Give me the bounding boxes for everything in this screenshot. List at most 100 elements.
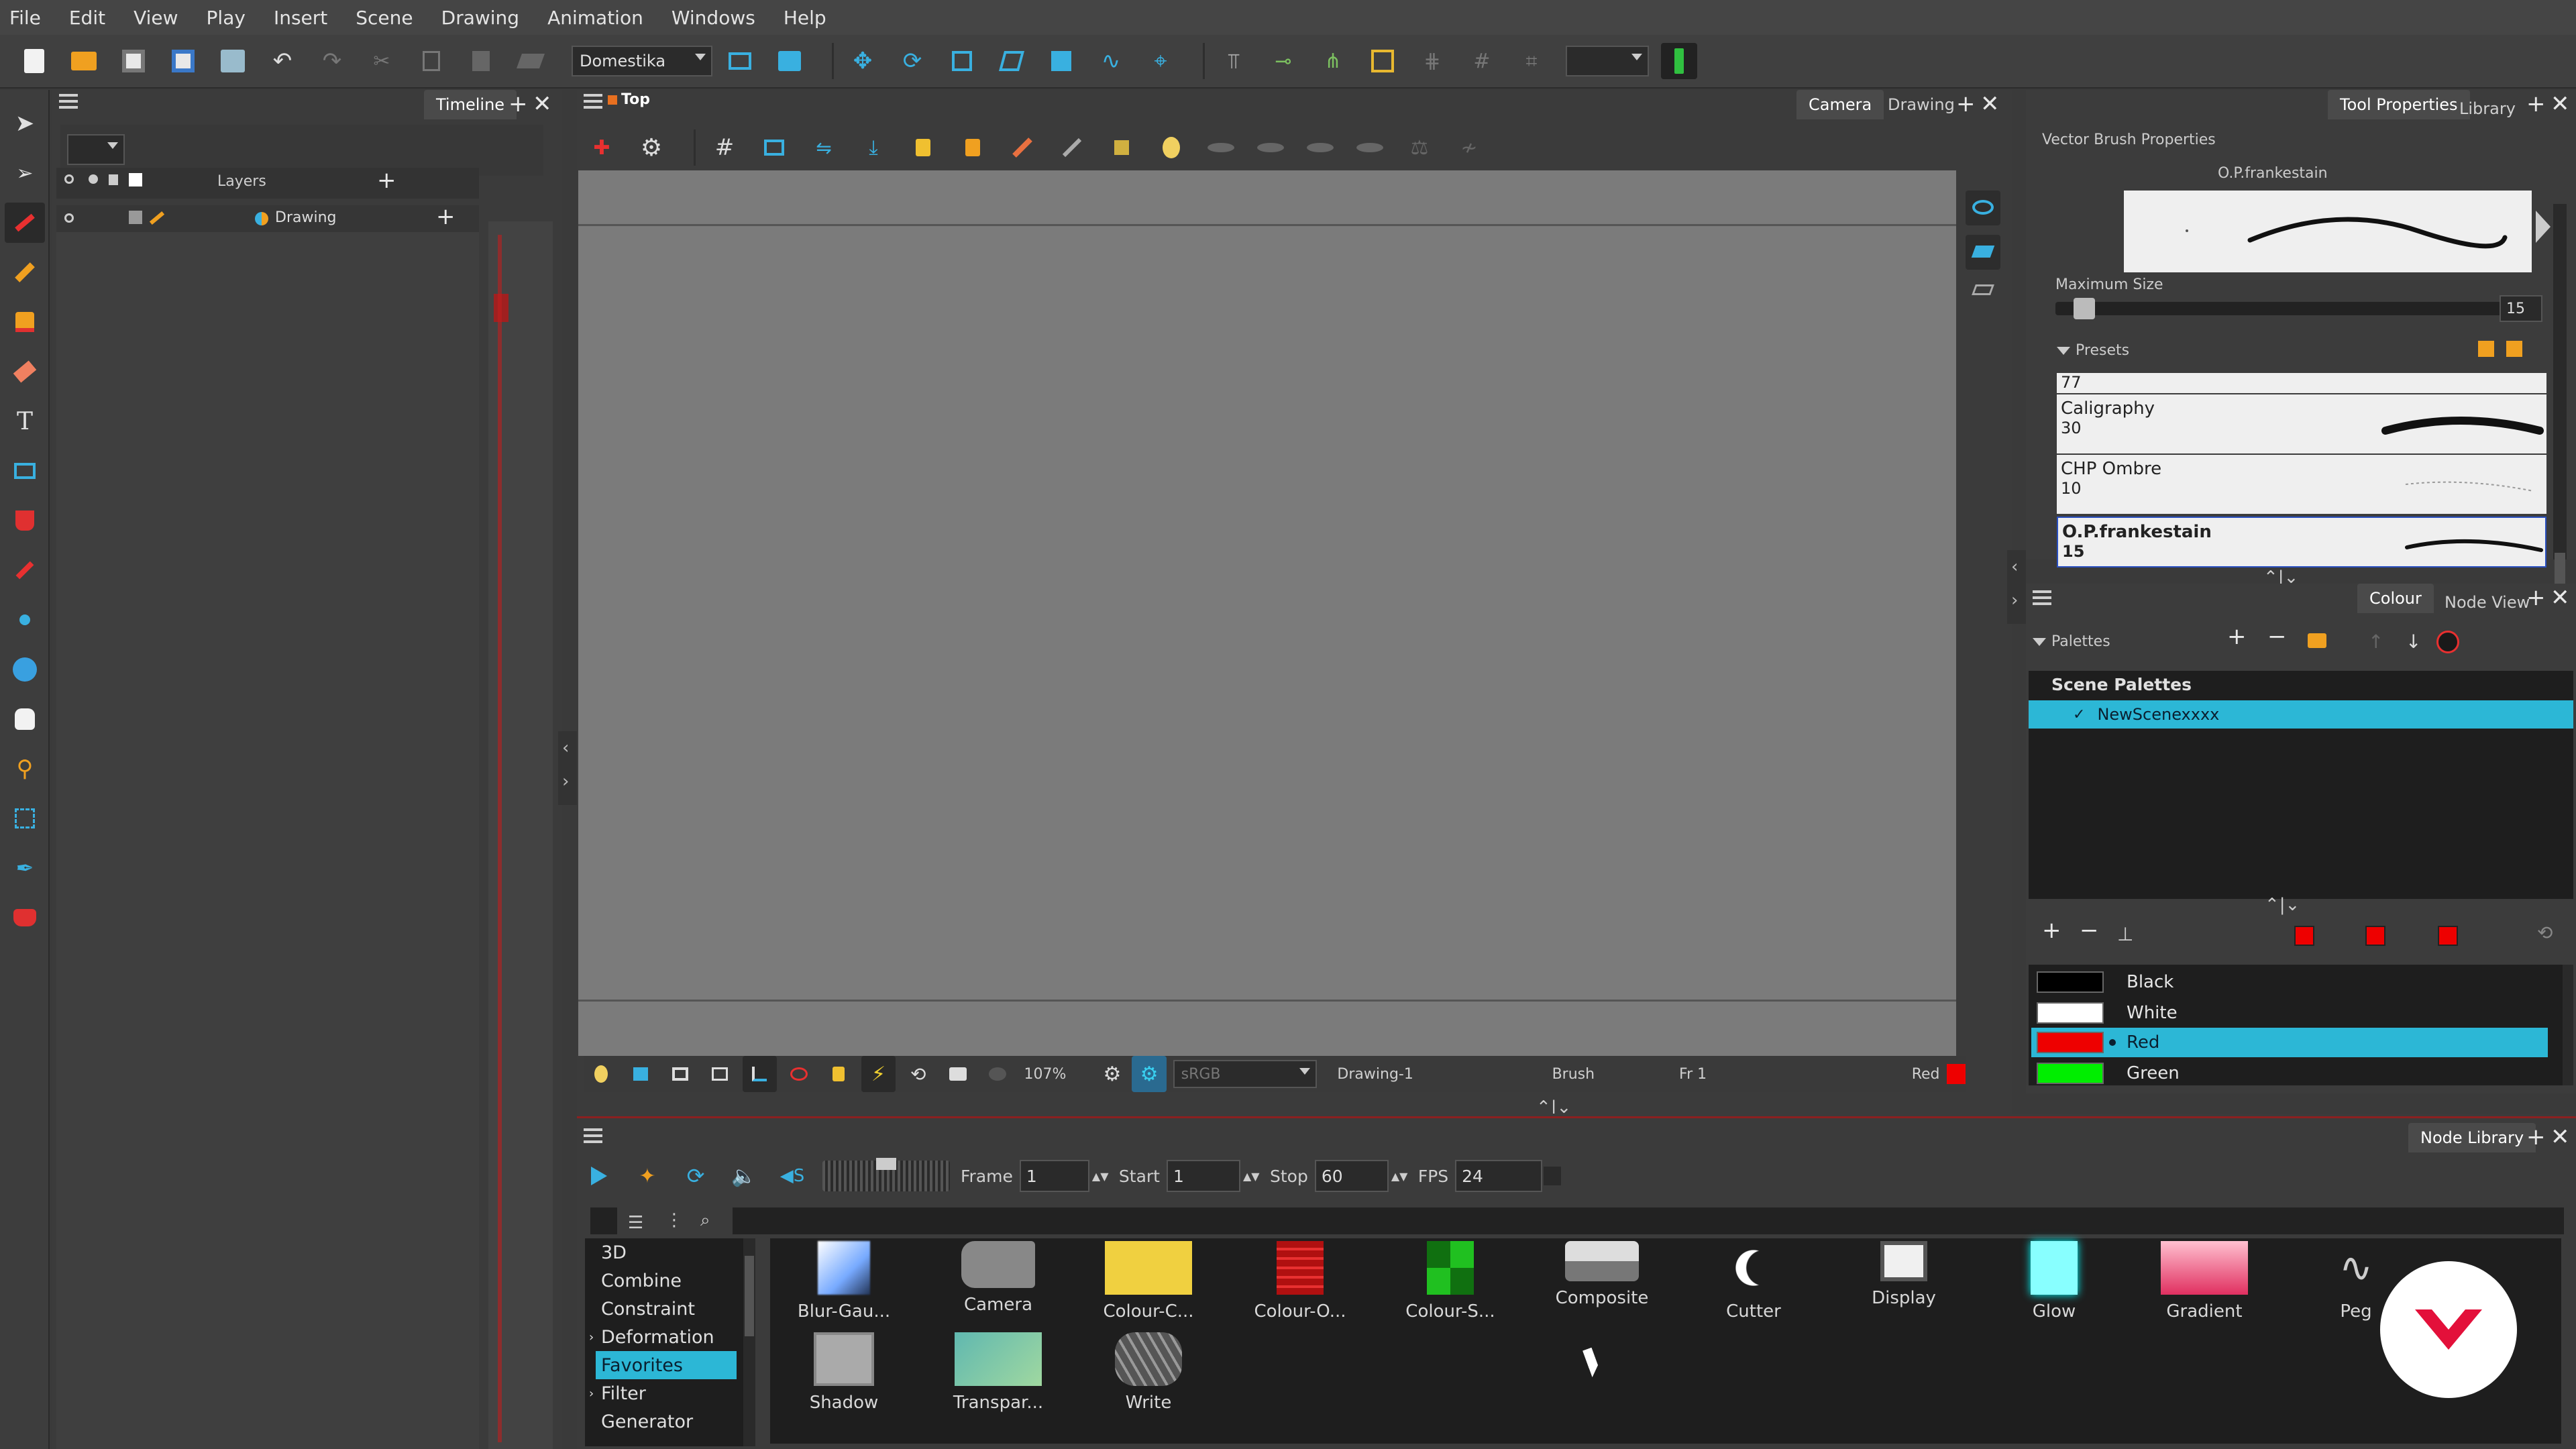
text-tool[interactable]: T <box>5 401 45 441</box>
preview-button[interactable] <box>980 1056 1014 1092</box>
tab-camera[interactable]: Camera <box>1796 90 1884 119</box>
open-scene-button[interactable] <box>66 43 102 79</box>
eye-view-button[interactable] <box>1966 191 2000 225</box>
menu-animation[interactable]: Animation <box>547 7 643 29</box>
scrollbar-thumb[interactable] <box>745 1256 754 1336</box>
brush-tool[interactable] <box>5 203 45 243</box>
crop-button[interactable] <box>742 1056 777 1092</box>
save-as-button[interactable] <box>165 43 201 79</box>
add-palette-icon[interactable]: + <box>2227 625 2247 648</box>
peg-keyframe-button[interactable]: ⋔ <box>1315 43 1351 79</box>
fps-dropdown[interactable] <box>1544 1167 1562 1185</box>
timeline-menu-icon[interactable] <box>59 94 78 109</box>
slider-thumb[interactable] <box>2074 298 2096 319</box>
rectangle-tool[interactable] <box>5 451 45 491</box>
menu-scene[interactable]: Scene <box>356 7 413 29</box>
deform-button[interactable]: ⋕ <box>1414 43 1450 79</box>
lock-button[interactable] <box>905 129 941 166</box>
rotate-view-tool[interactable] <box>5 649 45 690</box>
layer-type-select[interactable] <box>67 134 125 165</box>
solo-icon[interactable] <box>89 174 98 184</box>
maintain-size-button[interactable] <box>1043 43 1079 79</box>
palette-item-selected[interactable]: ✓ NewScenexxxx <box>2029 700 2573 729</box>
settings-button[interactable]: ⚙ <box>633 129 669 166</box>
swatch-row[interactable]: Black <box>2031 967 2548 997</box>
max-size-field[interactable]: 15 <box>2500 295 2542 322</box>
delete-preset-icon[interactable] <box>2506 341 2522 357</box>
node-composite[interactable]: Composite <box>1535 1241 1669 1308</box>
menu-help[interactable]: Help <box>784 7 826 29</box>
remove-colour-icon[interactable]: − <box>2080 919 2099 942</box>
snapshot-button[interactable] <box>941 1056 975 1092</box>
new-preset-icon[interactable] <box>2478 341 2494 357</box>
close-icon[interactable]: ✕ <box>1980 93 2000 115</box>
disc-3-button[interactable] <box>1302 129 1338 166</box>
safe-area-toggle[interactable] <box>702 1056 737 1092</box>
slider-thumb[interactable] <box>876 1158 896 1170</box>
node-blur-gaussian[interactable]: Blur-Gau... <box>777 1241 911 1322</box>
disc-1-button[interactable] <box>1203 129 1239 166</box>
scale-button[interactable] <box>944 43 980 79</box>
preset-item-selected[interactable]: O.P.frankestain 15 <box>2057 517 2546 568</box>
rigging-tool[interactable]: ⚲ <box>5 749 45 789</box>
flip-button[interactable]: ⇋ <box>806 129 842 166</box>
tree-view-icon[interactable] <box>590 1208 617 1234</box>
swatch-row[interactable]: Green <box>2031 1059 2548 1088</box>
menu-drawing[interactable]: Drawing <box>441 7 519 29</box>
view-menu-icon[interactable] <box>584 94 602 109</box>
tab-timeline[interactable]: Timeline <box>424 90 517 119</box>
category-item[interactable]: Generator <box>585 1407 749 1436</box>
close-icon[interactable]: ✕ <box>2551 586 2570 609</box>
node-colour-override[interactable]: Colour-O... <box>1233 1241 1367 1322</box>
light-table-button[interactable] <box>1153 129 1189 166</box>
grid-deform-button[interactable]: # <box>1464 43 1500 79</box>
hand-tool[interactable] <box>5 699 45 739</box>
node-gradient[interactable]: Gradient <box>2137 1241 2271 1322</box>
spline-offset-button[interactable]: ⌖ <box>1142 43 1179 79</box>
export-button[interactable] <box>215 43 251 79</box>
pencil-colour-swatch[interactable] <box>2294 926 2314 946</box>
safe-area-button[interactable] <box>756 129 792 166</box>
rigging-tool-button[interactable]: ⫪ <box>1216 43 1252 79</box>
presets-header[interactable]: Presets <box>2057 342 2129 359</box>
disc-4-button[interactable] <box>1352 129 1388 166</box>
move-up-icon[interactable]: ↑ <box>2368 631 2383 653</box>
layer-view-alt-button[interactable] <box>1966 280 2000 301</box>
eye-icon[interactable] <box>64 213 74 223</box>
paste-button[interactable] <box>463 43 499 79</box>
layer-row-drawing[interactable]: Drawing + <box>56 205 479 232</box>
frame-field[interactable]: 1 <box>1019 1160 1089 1192</box>
colorspace-select[interactable]: sRGB <box>1173 1060 1318 1088</box>
workspace-manager-button[interactable] <box>722 43 758 79</box>
playhead[interactable] <box>498 235 502 1442</box>
add-view-icon[interactable]: + <box>1956 93 1976 115</box>
transform-button[interactable]: ✥ <box>845 43 881 79</box>
node-colour-selector[interactable]: Colour-S... <box>1383 1241 1517 1322</box>
undo-button[interactable]: ↶ <box>264 43 301 79</box>
unlock-button[interactable] <box>955 129 991 166</box>
close-icon[interactable]: ✕ <box>2551 93 2570 115</box>
colour-menu-icon[interactable] <box>2033 590 2051 605</box>
add-view-icon[interactable]: + <box>2526 1126 2546 1148</box>
save-button[interactable] <box>115 43 152 79</box>
scrollbar[interactable] <box>2553 204 2567 647</box>
paint-colour-swatch[interactable] <box>2438 926 2458 946</box>
fps-select[interactable]: 24 <box>1455 1160 1562 1192</box>
add-view-icon[interactable]: + <box>2526 586 2546 609</box>
eraser-tool[interactable] <box>5 352 45 392</box>
menu-file[interactable]: File <box>9 7 41 29</box>
redo-button[interactable]: ↷ <box>314 43 350 79</box>
tab-drawing[interactable]: Drawing <box>1876 90 1967 119</box>
add-view-icon[interactable]: + <box>2526 93 2546 115</box>
colour-options-icon[interactable]: ⊥ <box>2117 923 2133 945</box>
list-view-icon[interactable]: ☰ <box>628 1213 643 1233</box>
ink-tool[interactable] <box>5 898 45 938</box>
menu-play[interactable]: Play <box>207 7 246 29</box>
onion-skin-button[interactable]: ✚ <box>584 129 620 166</box>
pivot-tool[interactable] <box>5 600 45 640</box>
swatch-scrollbar[interactable] <box>2563 965 2573 1085</box>
play-selection-button[interactable]: ✦ <box>629 1158 665 1194</box>
sound-scrub-button[interactable]: ◀S <box>774 1158 810 1194</box>
play-button[interactable] <box>581 1158 617 1194</box>
menu-edit[interactable]: Edit <box>69 7 105 29</box>
